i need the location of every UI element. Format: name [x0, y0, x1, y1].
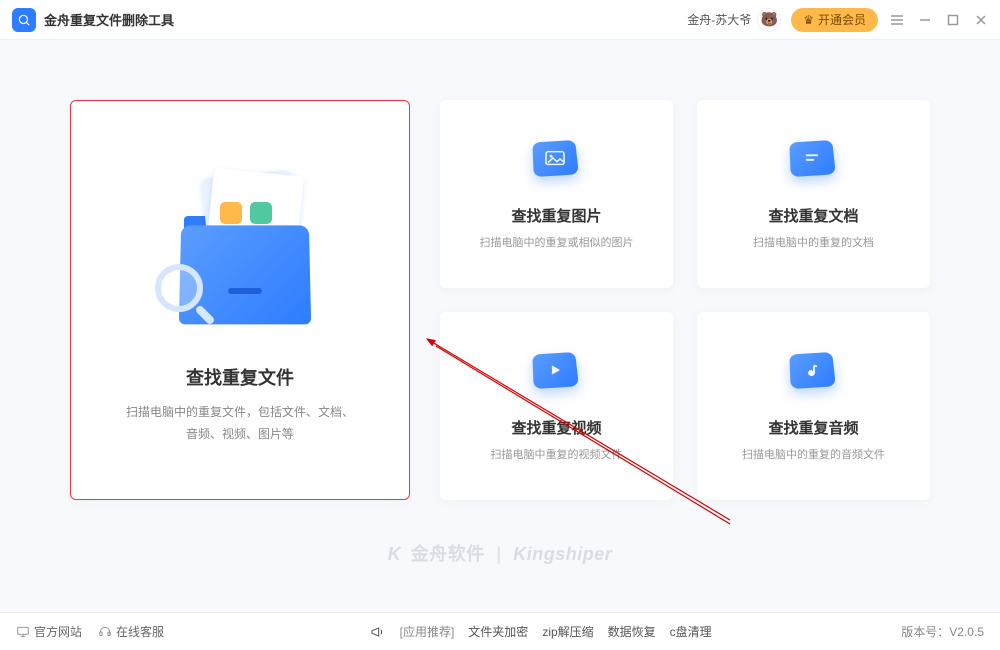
card-find-duplicate-videos[interactable]: 查找重复视频 扫描电脑中重复的视频文件	[440, 312, 673, 500]
document-icon	[790, 139, 838, 187]
vip-label: 开通会员	[818, 11, 866, 28]
rec-item-0[interactable]: 文件夹加密	[468, 623, 528, 640]
card-title: 查找重复文档	[768, 205, 858, 226]
watermark-left: 金舟软件	[411, 544, 485, 564]
close-icon[interactable]	[974, 13, 988, 27]
support-label: 在线客服	[116, 623, 164, 640]
card-title: 查找重复视频	[511, 417, 601, 438]
avatar[interactable]: 🐻	[757, 8, 781, 32]
folder-illustration-icon	[150, 154, 330, 334]
vip-button[interactable]: ♛ 开通会员	[791, 8, 878, 32]
support-link[interactable]: 在线客服	[98, 623, 164, 640]
site-label: 官方网站	[34, 623, 82, 640]
rec-item-3[interactable]: c盘清理	[670, 623, 712, 640]
watermark-right: Kingshiper	[513, 544, 612, 564]
monitor-icon	[16, 625, 30, 639]
user-name[interactable]: 金舟-苏大爷	[687, 11, 751, 28]
headset-icon	[98, 625, 112, 639]
image-icon	[533, 139, 581, 187]
rec-label: [应用推荐]	[400, 623, 455, 640]
official-site-link[interactable]: 官方网站	[16, 623, 82, 640]
app-logo-icon	[12, 8, 36, 32]
card-title: 查找重复图片	[511, 205, 601, 226]
version-value: V2.0.5	[949, 625, 984, 639]
card-desc: 扫描电脑中的重复的音频文件	[742, 446, 885, 462]
watermark: K 金舟软件 | Kingshiper	[0, 540, 1000, 566]
card-desc: 扫描电脑中的重复的文档	[753, 234, 874, 250]
main-card-desc-l2: 音频、视频、图片等	[126, 424, 354, 446]
main-card-desc-l1: 扫描电脑中的重复文件，包括文件、文档、	[126, 402, 354, 424]
maximize-icon[interactable]	[946, 13, 960, 27]
minimize-icon[interactable]	[918, 13, 932, 27]
card-desc: 扫描电脑中的重复或相似的图片	[480, 234, 634, 250]
crown-icon: ♛	[803, 13, 814, 27]
menu-icon[interactable]	[890, 13, 904, 27]
version: 版本号：V2.0.5	[901, 623, 984, 640]
megaphone-icon	[370, 624, 386, 640]
card-find-duplicate-files[interactable]: 查找重复文件 扫描电脑中的重复文件，包括文件、文档、 音频、视频、图片等	[70, 100, 410, 500]
main-card-title: 查找重复文件	[186, 364, 294, 390]
card-find-duplicate-audio[interactable]: 查找重复音频 扫描电脑中的重复的音频文件	[697, 312, 930, 500]
titlebar: 金舟重复文件删除工具 金舟-苏大爷 🐻 ♛ 开通会员	[0, 0, 1000, 40]
card-desc: 扫描电脑中重复的视频文件	[491, 446, 623, 462]
audio-icon	[790, 351, 838, 399]
card-title: 查找重复音频	[768, 417, 858, 438]
rec-item-1[interactable]: zip解压缩	[542, 623, 593, 640]
app-title: 金舟重复文件删除工具	[44, 10, 174, 29]
card-find-duplicate-docs[interactable]: 查找重复文档 扫描电脑中的重复的文档	[697, 100, 930, 288]
watermark-logo-icon: K	[388, 544, 402, 564]
main-card-desc: 扫描电脑中的重复文件，包括文件、文档、 音频、视频、图片等	[126, 402, 354, 445]
card-find-duplicate-images[interactable]: 查找重复图片 扫描电脑中的重复或相似的图片	[440, 100, 673, 288]
video-icon	[533, 351, 581, 399]
version-label: 版本号：	[901, 625, 949, 639]
footer: 官方网站 在线客服 [应用推荐] 文件夹加密 zip解压缩 数据恢复 c盘清理 …	[0, 612, 1000, 650]
rec-item-2[interactable]: 数据恢复	[608, 623, 656, 640]
